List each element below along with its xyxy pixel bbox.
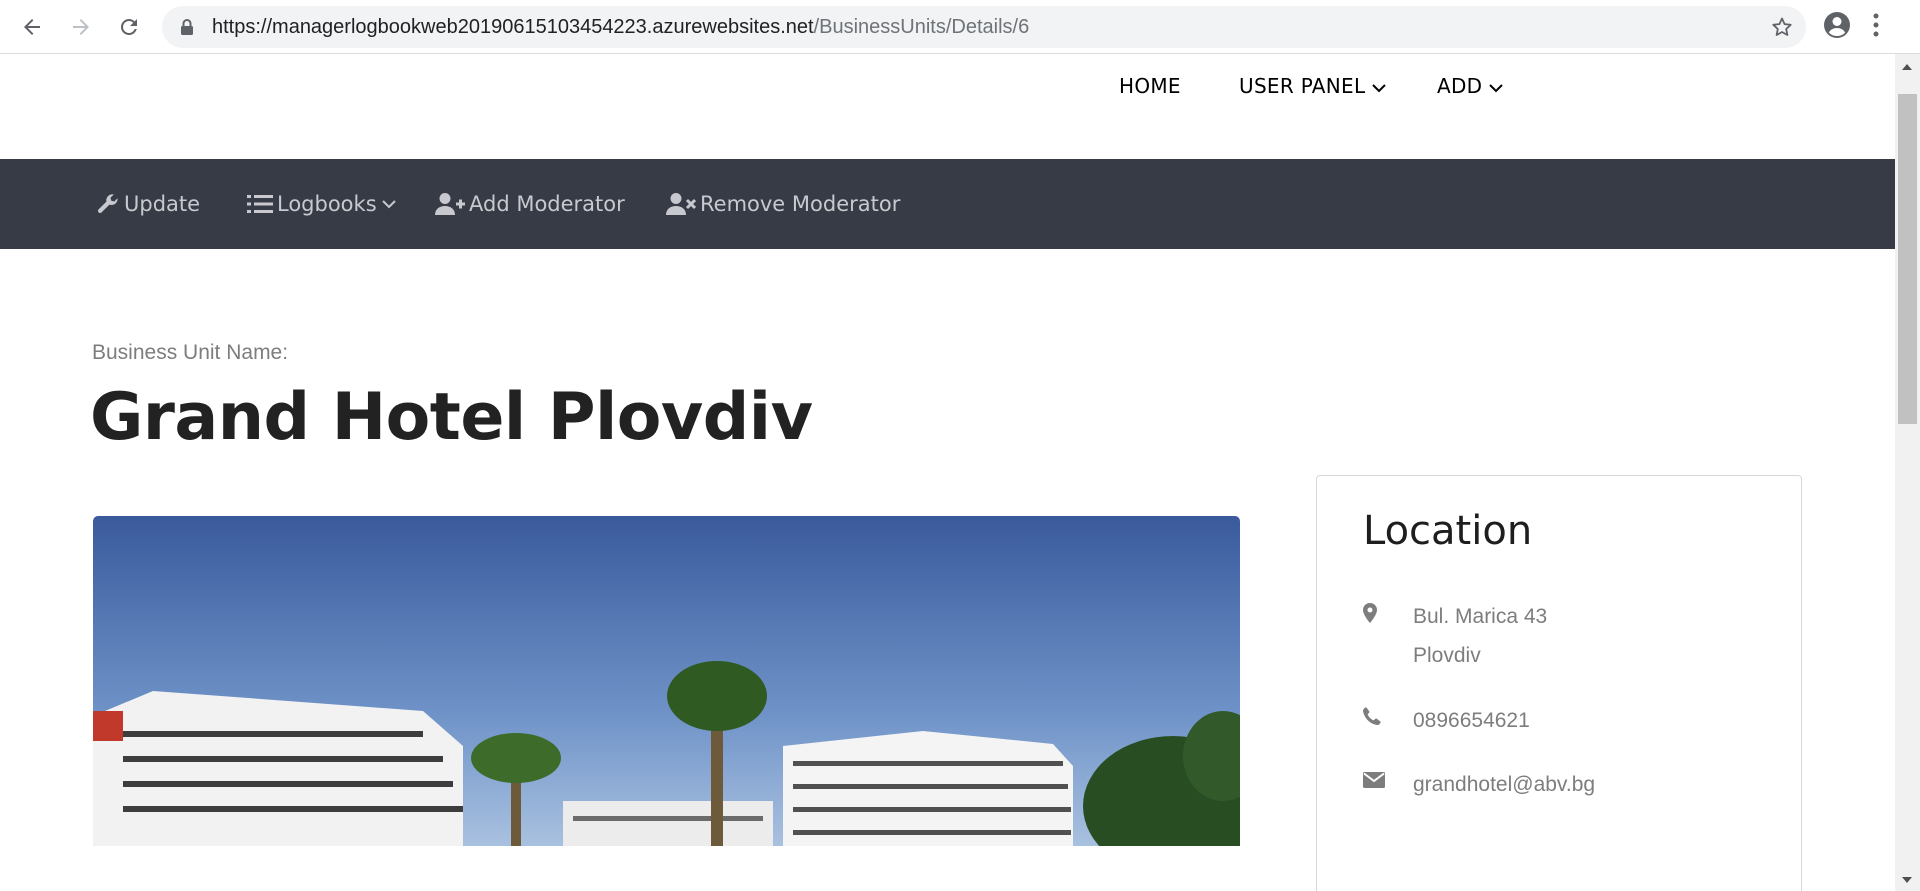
hotel-photo: [93, 516, 1240, 846]
nav-home-link[interactable]: HOME: [1119, 74, 1181, 98]
reload-icon[interactable]: [113, 11, 145, 43]
kebab-menu-icon[interactable]: [1872, 11, 1880, 44]
nav-user-panel-dropdown[interactable]: USER PANEL: [1239, 74, 1387, 98]
location-heading: Location: [1363, 508, 1533, 554]
user-times-icon: [666, 192, 696, 216]
phone-icon: [1363, 701, 1413, 725]
business-unit-name-label: Business Unit Name:: [92, 341, 289, 364]
url-path: /BusinessUnits/Details/6: [813, 16, 1030, 38]
add-moderator-button[interactable]: Add Moderator: [435, 159, 625, 249]
envelope-icon: [1363, 765, 1413, 789]
scrollbar[interactable]: [1895, 54, 1920, 891]
nav-add-dropdown[interactable]: ADD: [1437, 74, 1504, 98]
business-unit-toolbar: Update Logbooks Add Moderator Remove Mod…: [0, 159, 1895, 249]
user-plus-icon: [435, 192, 465, 216]
chevron-down-icon: [1488, 74, 1504, 98]
url-host: https://managerlogbookweb201906151034542…: [212, 16, 814, 38]
forward-arrow-icon[interactable]: [65, 11, 97, 43]
logbooks-label: Logbooks: [277, 192, 377, 216]
star-icon[interactable]: [1770, 15, 1794, 44]
page-title: Grand Hotel Plovdiv: [90, 380, 813, 455]
phone-row: 0896654621: [1363, 701, 1530, 740]
address-text: Bul. Marica 43 Plovdiv: [1413, 597, 1547, 675]
phone-text: 0896654621: [1413, 709, 1530, 732]
address-line2: Plovdiv: [1413, 644, 1481, 667]
update-button[interactable]: Update: [96, 159, 200, 249]
remove-moderator-button[interactable]: Remove Moderator: [666, 159, 900, 249]
browser-toolbar: https://managerlogbookweb201906151034542…: [0, 0, 1920, 54]
nav-user-panel-label: USER PANEL: [1239, 74, 1366, 98]
back-arrow-icon[interactable]: [16, 11, 48, 43]
remove-moderator-label: Remove Moderator: [700, 192, 901, 216]
address-line1: Bul. Marica 43: [1413, 605, 1548, 628]
map-marker-icon: [1363, 597, 1413, 623]
email-row: grandhotel@abv.bg: [1363, 765, 1595, 804]
address-row: Bul. Marica 43 Plovdiv: [1363, 597, 1547, 675]
scroll-up-arrow-icon[interactable]: [1902, 64, 1912, 70]
url-text: https://managerlogbookweb201906151034542…: [212, 6, 1029, 48]
account-icon[interactable]: [1822, 10, 1852, 45]
add-moderator-label: Add Moderator: [469, 192, 625, 216]
address-bar[interactable]: https://managerlogbookweb201906151034542…: [162, 6, 1806, 48]
email-text[interactable]: grandhotel@abv.bg: [1413, 765, 1595, 804]
nav-home-label: HOME: [1119, 74, 1181, 98]
update-label: Update: [124, 192, 201, 216]
scrollbar-thumb[interactable]: [1898, 94, 1917, 424]
nav-add-label: ADD: [1437, 74, 1483, 98]
chevron-down-icon: [1371, 74, 1387, 98]
logbooks-dropdown[interactable]: Logbooks: [247, 159, 397, 249]
wrench-icon: [96, 192, 120, 216]
scroll-down-arrow-icon[interactable]: [1902, 877, 1912, 883]
lock-icon: [180, 18, 194, 41]
list-icon: [247, 193, 273, 215]
chevron-down-icon: [381, 199, 397, 209]
top-navigation: HOME USER PANEL ADD: [0, 54, 1895, 159]
page-content: HOME USER PANEL ADD Update Logbooks Add …: [0, 54, 1895, 891]
location-card: Location Bul. Marica 43 Plovdiv 08966546…: [1316, 475, 1802, 891]
